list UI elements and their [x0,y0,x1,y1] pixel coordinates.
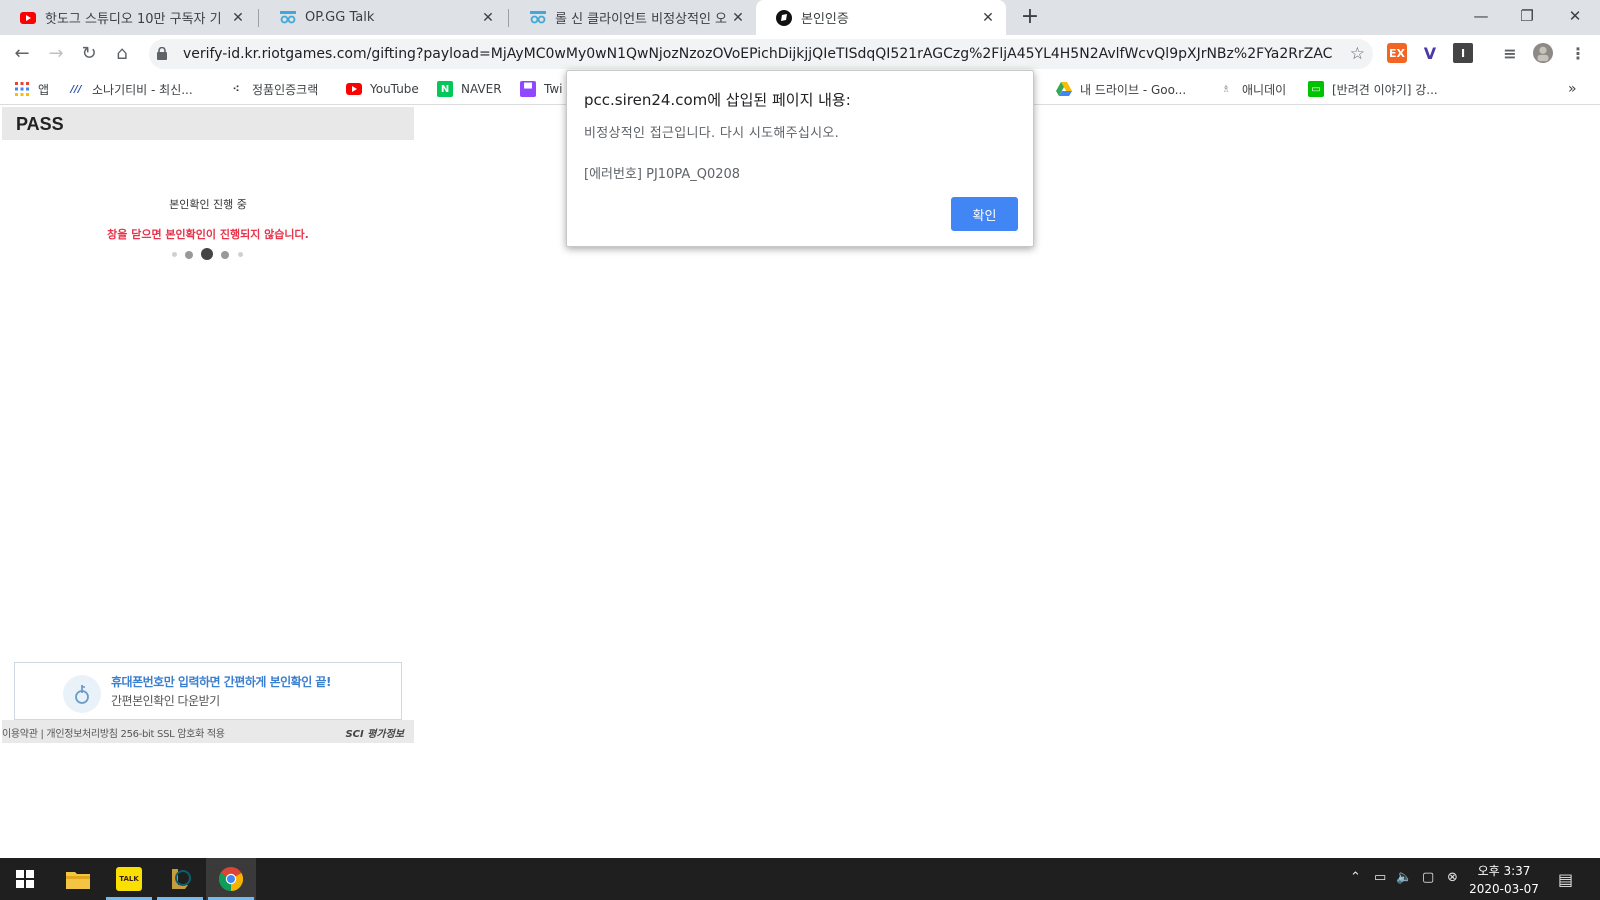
dots-icon: ⁖ [232,83,240,95]
start-button[interactable] [0,858,50,900]
tab-opgg-talk[interactable]: OP.GG Talk ✕ [260,0,506,35]
window-close-icon[interactable]: ✕ [1552,0,1598,32]
reload-icon[interactable]: ↻ [75,39,103,67]
windows-icon [16,870,34,888]
progress-warning: 창을 닫으면 본인확인이 진행되지 않습니다. [107,228,309,241]
bookmark-naver[interactable]: N NAVER [437,79,502,99]
windows-taskbar: TALK ⌃ ▭ 🔈 ▢ ⊗ 오후 3:37 2020-03-07 ▤ [0,858,1600,900]
opgg-icon [530,10,546,26]
address-bar[interactable]: verify-id.kr.riotgames.com/gifting?paylo… [149,39,1373,69]
lol-icon [172,869,191,889]
sonagi-icon: /// [70,83,82,95]
volume-icon[interactable]: 🔈 [1396,870,1412,885]
clock-date: 2020-03-07 [1469,882,1539,896]
bookmark-aniday[interactable]: ♗ 애니데이 [1218,79,1287,99]
forward-icon[interactable]: → [42,39,70,67]
tab-opgg-article[interactable]: 롤 신 클라이언트 비정상적인 오 ✕ [510,0,756,35]
system-clock[interactable]: 오후 3:37 2020-03-07 [1464,862,1544,898]
progress-title: 본인확인 진행 중 [169,198,247,211]
file-explorer-button[interactable] [53,858,103,900]
lock-icon [157,45,171,64]
tab-close-icon[interactable]: ✕ [480,10,496,26]
naver-icon: N [437,81,453,97]
kakaotalk-icon: TALK [116,867,142,891]
promo-headline: 휴대폰번호만 입력하면 간편하게 본인확인 끝! [111,675,331,689]
league-of-legends-button[interactable] [155,858,205,900]
tab-separator [258,9,259,27]
youtube-icon [20,10,36,26]
dialog-error-code: [에러번호] PJ10PA_Q0208 [584,167,741,182]
v-extension-icon[interactable]: V [1420,43,1440,63]
network-error-icon[interactable]: ⊗ [1447,870,1458,885]
tab-separator [508,9,509,27]
sci-logo: SCI 평가정보 [345,729,404,740]
back-icon[interactable]: ← [8,39,36,67]
dialog-message: 비정상적인 접근입니다. 다시 시도해주십시오. [584,126,840,141]
minimize-icon[interactable]: — [1458,0,1504,32]
riot-icon [776,9,792,26]
notification-icon[interactable]: ▤ [1558,870,1573,889]
bookmark-google-drive[interactable]: 내 드라이브 - Goo... [1056,79,1186,99]
ex-extension-icon[interactable]: EX [1387,43,1407,63]
pass-header: PASS [2,107,414,140]
tab-close-icon[interactable]: ✕ [980,10,996,26]
new-tab-button[interactable]: + [1018,6,1042,30]
lock-key-icon [63,675,101,713]
tab-close-icon[interactable]: ✕ [230,10,246,26]
browser-toolbar: ← → ↻ ⌂ verify-id.kr.riotgames.com/gifti… [0,35,1600,72]
kakaotalk-button[interactable]: TALK [104,858,154,900]
chrome-icon [219,867,243,891]
avatar[interactable] [1533,43,1553,63]
app-download-banner[interactable]: 휴대폰번호만 입력하면 간편하게 본인확인 끝! 간편본인확인 다운받기 [14,662,402,720]
bookmark-star-icon[interactable]: ☆ [1350,44,1365,64]
loading-dot [221,251,229,259]
bookmark-youtube[interactable]: YouTube [346,79,419,99]
tab-title: OP.GG Talk [305,10,375,25]
chrome-button[interactable] [206,858,256,900]
youtube-icon [346,81,362,97]
tab-title: 롤 신 클라이언트 비정상적인 오 [555,12,728,27]
page-footer: 이용약관 | 개인정보처리방침 256-bit SSL 암호화 적용 SCI 평… [2,720,414,743]
line-icon: ▭ [1308,81,1324,97]
loading-dot [201,248,213,260]
twitch-icon: ▀ [520,81,536,97]
bookmark-crack[interactable]: ⁖ 정품인증크랙 [228,79,319,99]
tab-verification[interactable]: 본인인증 ✕ [756,0,1006,35]
clock-time: 오후 3:37 [1477,864,1531,878]
loading-dot [185,251,193,259]
dialog-title: pcc.siren24.com에 삽입된 페이지 내용: [584,91,851,109]
pass-logo: PASS [16,114,64,134]
bookmarks-overflow-icon[interactable]: » [1568,79,1577,99]
loading-spinner [170,247,250,261]
menu-kebab-icon[interactable]: ⋮ [1568,43,1588,63]
folder-icon [66,872,90,889]
bookmark-twitch[interactable]: ▀ Twi [520,79,563,99]
media-queue-icon[interactable]: ≡ [1500,43,1520,63]
tab-youtube[interactable]: 핫도그 스튜디오 10만 구독자 기 ✕ [0,0,256,35]
bookmark-sonagi[interactable]: /// 소나기티비 - 최신... [68,79,193,99]
google-drive-icon [1056,81,1072,97]
tab-close-icon[interactable]: ✕ [730,10,746,26]
bookmark-apps[interactable]: 앱 [14,79,49,99]
aniday-icon: ♗ [1221,83,1231,95]
dark-extension-icon[interactable]: I [1453,43,1473,63]
loading-dot [172,252,177,257]
tab-title: 핫도그 스튜디오 10만 구독자 기 [45,12,222,27]
opgg-icon [280,10,296,26]
bookmark-dog-story[interactable]: ▭ [반려견 이야기] 강... [1308,79,1438,99]
tab-strip: 핫도그 스튜디오 10만 구독자 기 ✕ OP.GG Talk ✕ 롤 신 클라… [0,0,1600,35]
ok-button[interactable]: 확인 [951,197,1018,231]
loading-dot [238,252,243,257]
footer-links[interactable]: 이용약관 | 개인정보처리방침 256-bit SSL 암호화 적용 [2,725,225,740]
url-text: verify-id.kr.riotgames.com/gifting?paylo… [183,46,1333,62]
alert-dialog: pcc.siren24.com에 삽입된 페이지 내용: 비정상적인 접근입니다… [566,70,1034,247]
tab-title: 본인인증 [801,12,849,27]
promo-download-link[interactable]: 간편본인확인 다운받기 [111,692,220,709]
tray-chevron-icon[interactable]: ⌃ [1350,870,1361,885]
home-icon[interactable]: ⌂ [108,39,136,67]
battery-icon[interactable]: ▭ [1374,870,1386,885]
apps-grid-icon [14,81,30,97]
network-icon[interactable]: ▢ [1422,870,1434,885]
restore-icon[interactable]: ❐ [1504,0,1550,32]
